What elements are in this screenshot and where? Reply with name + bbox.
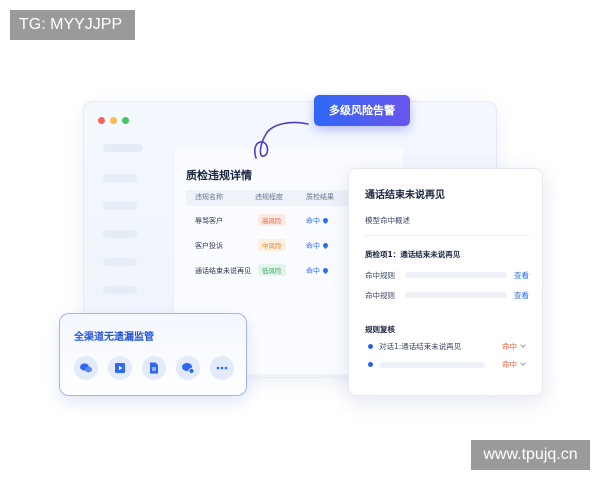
column-header-level: 违规程度 — [255, 193, 283, 201]
rule-label: 命中规则 — [365, 291, 395, 300]
view-rule-link[interactable]: 查看 — [514, 290, 529, 301]
detail-card: 通话结束未说再见 模型命中概述 质检项1：通话结束未说再见 命中规则 查看 命中… — [348, 168, 543, 396]
review-result-dropdown[interactable]: 命中 — [502, 359, 526, 370]
location-pin-icon — [321, 241, 330, 250]
sidebar-placeholder — [103, 286, 137, 294]
risk-badge: 低风险 — [258, 264, 286, 276]
window-close-dot[interactable] — [98, 117, 105, 124]
bullet-dot — [368, 344, 373, 349]
rule-label: 命中规则 — [365, 271, 395, 280]
location-pin-icon — [321, 266, 330, 275]
channel-title: 全渠道无遗漏监管 — [74, 332, 154, 343]
review-title: 规则复核 — [365, 325, 395, 334]
review-result: 命中 — [502, 342, 517, 351]
risk-badge: 高风险 — [258, 214, 286, 226]
location-pin-icon — [321, 216, 330, 225]
rule-placeholder — [405, 292, 507, 298]
chevron-down-icon — [520, 360, 526, 366]
omnichannel-card: 全渠道无遗漏监管 — [59, 313, 247, 396]
inspection-item-title: 质检项1：通话结束未说再见 — [365, 250, 461, 259]
panel-title: 质检违规详情 — [186, 169, 252, 182]
result-hit[interactable]: 命中 — [306, 241, 330, 251]
result-text: 命中 — [306, 242, 320, 250]
result-text: 命中 — [306, 267, 320, 275]
review-result-dropdown[interactable]: 命中 — [502, 341, 526, 352]
multi-level-alert-button[interactable]: 多级风险告警 — [314, 95, 410, 126]
row-name: 客户投诉 — [195, 242, 223, 250]
result-hit[interactable]: 命中 — [306, 216, 330, 226]
watermark-bottom-right: www.tpujq.cn — [471, 440, 590, 470]
review-item-text: 对话1:通话结束未说再见 — [379, 342, 462, 351]
divider — [365, 235, 529, 236]
view-rule-link[interactable]: 查看 — [514, 270, 529, 281]
result-hit[interactable]: 命中 — [306, 266, 330, 276]
sidebar-placeholder — [103, 202, 137, 210]
sidebar-placeholder — [103, 258, 137, 266]
window-minimize-dot[interactable] — [110, 117, 117, 124]
chevron-down-icon — [520, 342, 526, 348]
review-result: 命中 — [502, 360, 517, 369]
risk-badge: 中风险 — [258, 239, 286, 251]
sidebar-placeholder — [103, 144, 143, 152]
window-maximize-dot[interactable] — [122, 117, 129, 124]
result-text: 命中 — [306, 217, 320, 225]
review-placeholder — [379, 362, 485, 368]
overview-label: 模型命中概述 — [365, 216, 410, 225]
rule-placeholder — [405, 272, 507, 278]
sidebar-placeholder — [103, 174, 137, 182]
row-name: 通话结束未说再见 — [195, 267, 251, 275]
row-name: 辱骂客户 — [195, 217, 223, 225]
document-icon[interactable] — [142, 356, 166, 380]
bullet-dot — [368, 362, 373, 367]
column-header-result: 质检结果 — [306, 193, 334, 201]
more-icon[interactable] — [210, 356, 234, 380]
video-icon[interactable] — [108, 356, 132, 380]
chat-bubbles-icon[interactable] — [74, 356, 98, 380]
column-header-name: 违规名称 — [195, 193, 223, 201]
sidebar-placeholder — [103, 230, 137, 238]
decorative-curl-icon — [254, 121, 309, 159]
message-check-icon[interactable] — [176, 356, 200, 380]
watermark-top-left: TG: MYYJJPP — [10, 10, 135, 40]
detail-title: 通话结束未说再见 — [365, 190, 445, 201]
